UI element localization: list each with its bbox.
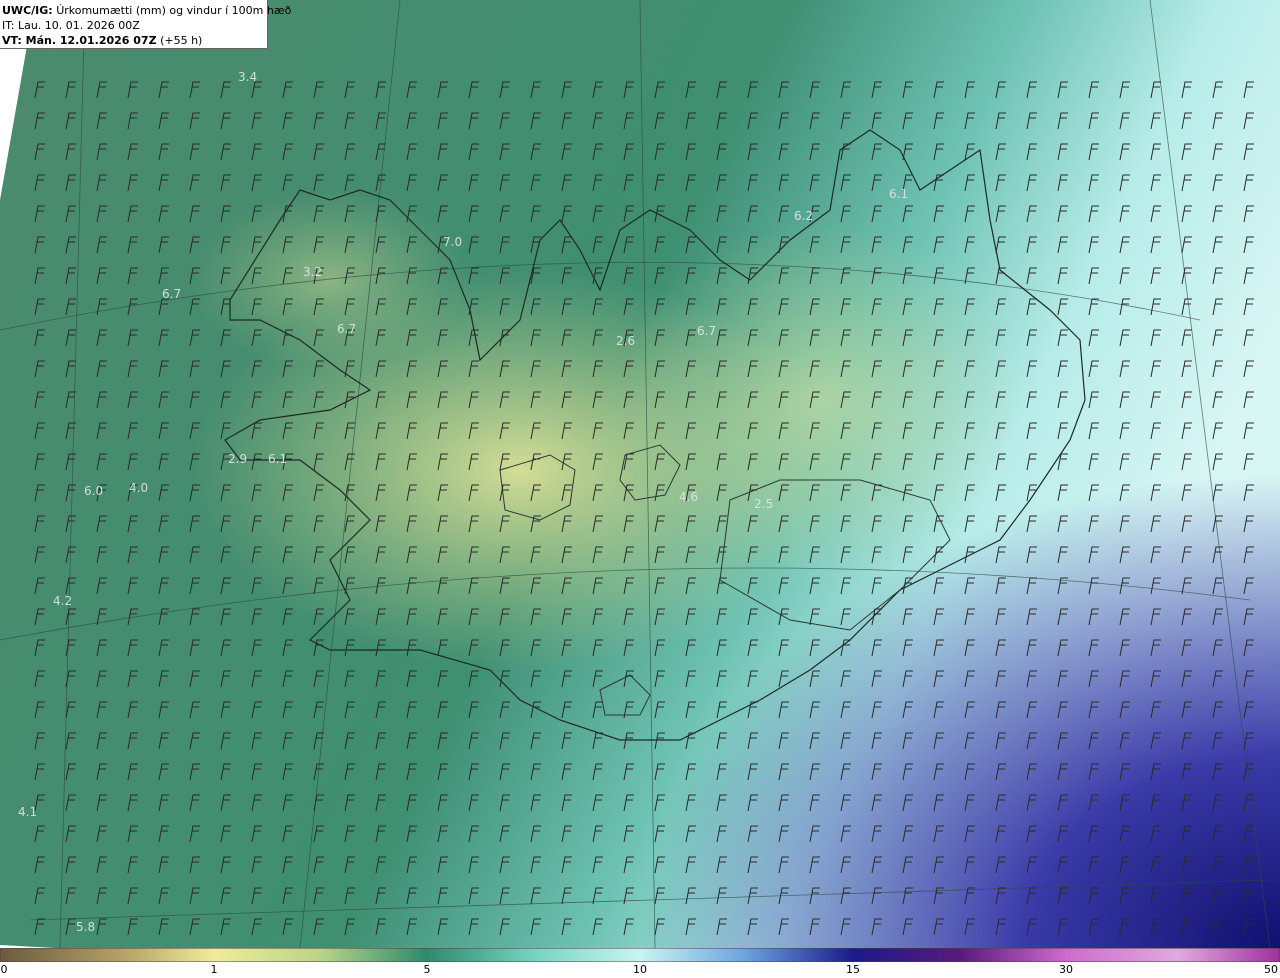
field-label: 4.2	[53, 594, 73, 608]
field-label: 6.2	[794, 209, 814, 223]
valid-time: VT: Mán. 12.01.2026 07Z	[2, 34, 157, 47]
colorbar-tick: 30	[1059, 963, 1073, 976]
field-label: 4.6	[679, 490, 699, 504]
colorbar-tick: 10	[633, 963, 647, 976]
title-row: UWC/IG: Úrkomumætti (mm) og vindur í 100…	[2, 3, 291, 18]
precip-colorbar	[0, 948, 1280, 962]
map-title: Úrkomumætti (mm) og vindur í 100m hæð	[56, 4, 292, 17]
field-label: 4.1	[18, 805, 38, 819]
field-label: 3.2	[303, 265, 323, 279]
field-label: 2.9	[228, 452, 248, 466]
field-label: 6.7	[697, 324, 717, 338]
field-label: 2.5	[754, 497, 774, 511]
init-time-row: IT: Lau. 10. 01. 2026 00Z	[2, 18, 267, 33]
valid-time-row: VT: Mán. 12.01.2026 07Z (+55 h)	[2, 33, 267, 48]
map-info-box: UWC/IG: Úrkomumætti (mm) og vindur í 100…	[0, 0, 291, 49]
colorbar-tick: 5	[423, 963, 431, 976]
field-label: 4.0	[129, 481, 149, 495]
field-label: 6.7	[162, 287, 182, 301]
colorbar-tick: 0	[0, 963, 8, 976]
init-time: Lau. 10. 01. 2026 00Z	[17, 19, 140, 32]
lead-time: (+55 h)	[160, 34, 203, 47]
colorbar-tick: 50	[1264, 963, 1278, 976]
product-code: UWC/IG:	[2, 4, 53, 17]
colorbar-tick: 15	[846, 963, 860, 976]
field-label: 6.0	[84, 484, 104, 498]
field-label: 7.0	[443, 235, 463, 249]
weather-map	[0, 0, 1280, 948]
field-label: 5.8	[76, 920, 96, 934]
field-label: 2.6	[616, 334, 636, 348]
field-label: 3.4	[238, 70, 258, 84]
colorbar-tick: 1	[210, 963, 218, 976]
init-time-label: IT:	[2, 19, 15, 32]
field-label: 6.1	[268, 452, 288, 466]
field-label: 6.1	[889, 187, 909, 201]
field-label: 6.7	[337, 322, 357, 336]
